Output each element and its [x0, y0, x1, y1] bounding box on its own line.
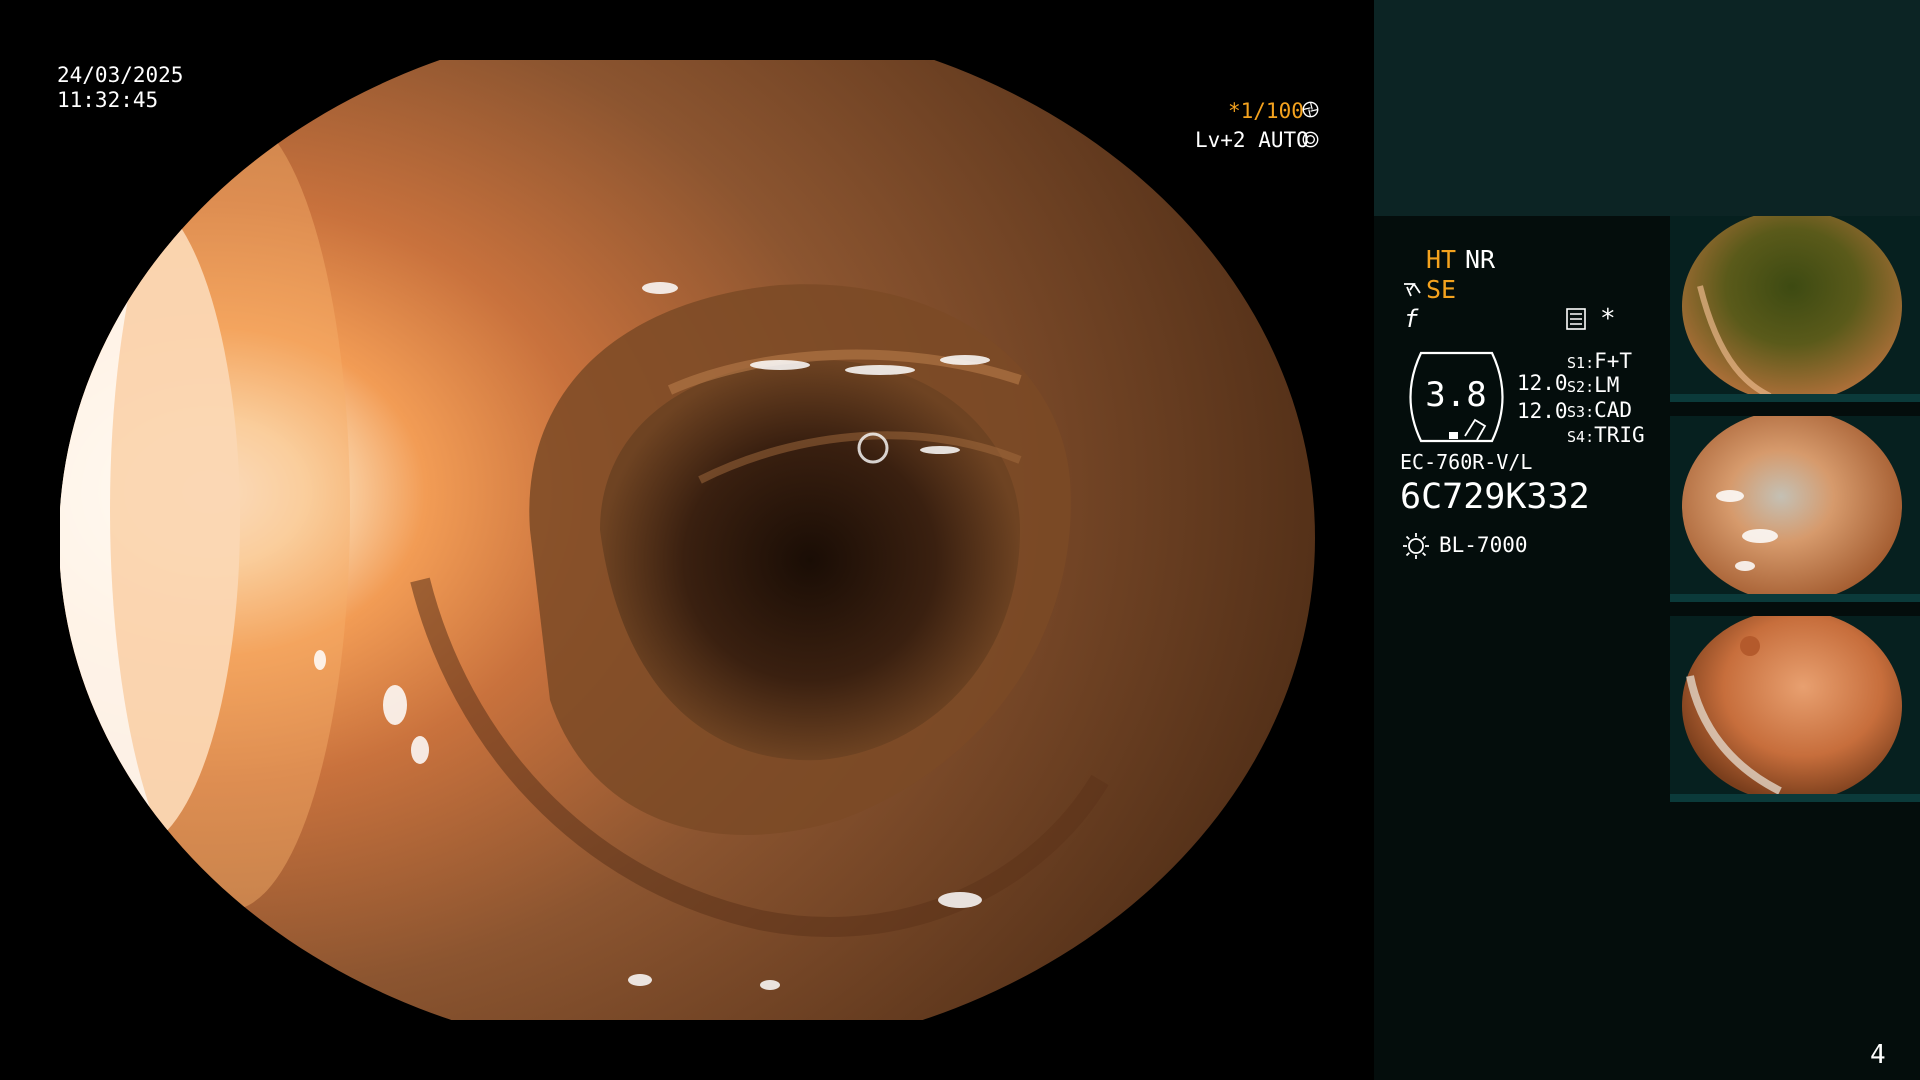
time-readout: 11:32:45	[57, 88, 159, 112]
switch-key: S1	[1567, 354, 1586, 372]
se-indicator: SE	[1426, 275, 1457, 304]
record-settings-icon	[1566, 308, 1586, 330]
value-1: 12.0	[1517, 371, 1568, 395]
switch-value: TRIG	[1594, 423, 1645, 447]
thumbnail-image	[1670, 616, 1920, 802]
scope-se-icon	[1404, 283, 1421, 297]
thumbnail-1[interactable]	[1670, 216, 1920, 402]
switch-key: S4	[1567, 428, 1586, 446]
ht-indicator: HT	[1426, 245, 1457, 274]
switch-value: CAD	[1594, 398, 1633, 422]
switch-value: LM	[1594, 373, 1620, 397]
scope-model: EC-760R-V/L	[1400, 450, 1533, 474]
thumbnail-image	[1670, 416, 1920, 602]
nr-indicator: NR	[1465, 245, 1496, 274]
switch-value: F+T	[1594, 349, 1633, 373]
switch-key: S2	[1567, 378, 1586, 396]
date-readout: 24/03/2025	[57, 63, 184, 87]
endoscope-view	[60, 60, 1315, 1020]
switch-s3: S3:CAD	[1567, 400, 1632, 421]
gauge-value: 3.8	[1425, 375, 1487, 415]
switch-separator: :	[1585, 428, 1595, 446]
star-indicator: *	[1600, 304, 1616, 334]
switch-separator: :	[1585, 378, 1595, 396]
thumbnail-3[interactable]	[1670, 616, 1920, 802]
value-2: 12.0	[1517, 399, 1568, 423]
switch-s2: S2:LM	[1567, 375, 1619, 396]
switch-s4: S4:TRIG	[1567, 425, 1645, 446]
switch-separator: :	[1585, 403, 1595, 421]
aperture-icon	[1302, 101, 1319, 118]
page-number: 4	[1870, 1040, 1886, 1070]
switch-separator: :	[1585, 354, 1595, 372]
thumbnail-image	[1670, 216, 1920, 402]
level-readout: Lv+2 AUTO	[1195, 128, 1309, 152]
shutter-readout: *1/100	[1228, 99, 1304, 123]
switch-key: S3	[1567, 403, 1586, 421]
thumbnail-2[interactable]	[1670, 416, 1920, 602]
scope-serial: 6C729K332	[1400, 477, 1590, 517]
f-symbol: f	[1404, 305, 1419, 333]
light-source-label: BL-7000	[1439, 533, 1528, 557]
auto-mode-icon	[1302, 131, 1319, 148]
endoscope-image	[60, 60, 1315, 1020]
light-source-icon	[1403, 533, 1429, 559]
switch-s1: S1:F+T	[1567, 351, 1632, 372]
side-panel-header	[1374, 0, 1920, 216]
